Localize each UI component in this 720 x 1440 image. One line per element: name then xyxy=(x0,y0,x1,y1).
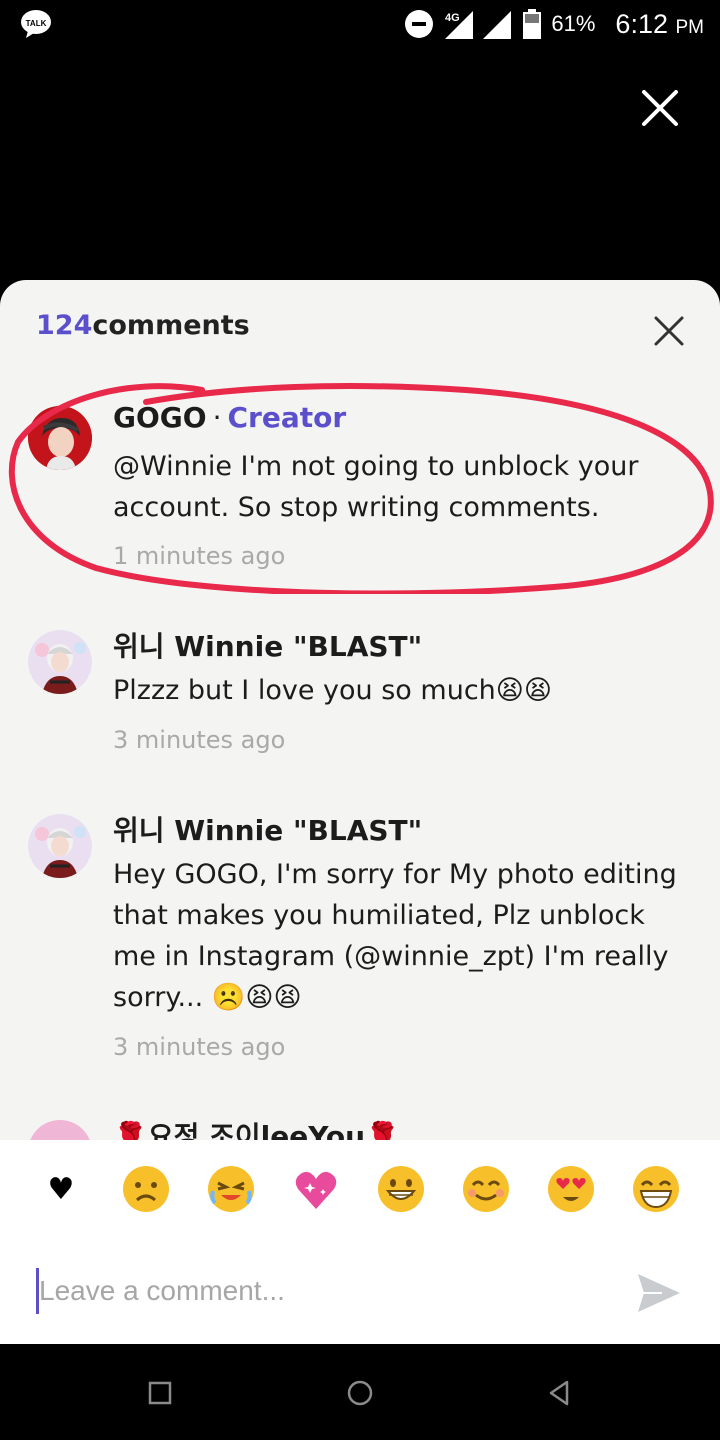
comment-composer xyxy=(0,1240,720,1344)
author-name[interactable]: 🌹요정 조이leeYou🌹 xyxy=(113,1120,400,1140)
kakaotalk-icon: TALK xyxy=(21,10,51,38)
crying-emoji-icon xyxy=(208,1166,254,1212)
avatar[interactable] xyxy=(28,630,92,694)
status-indicators: 4G 61% 6:12 PM xyxy=(405,6,704,42)
comment-timestamp: 3 minutes ago xyxy=(113,726,286,754)
comments-sheet: 124comments GOGO · Creator @Winnie I'm not… xyxy=(0,280,720,1140)
comment-timestamp: 3 minutes ago xyxy=(113,1033,286,1061)
sparkle-heart-emoji-button[interactable] xyxy=(291,1164,341,1214)
comments-title: comments xyxy=(92,310,250,341)
comment-count: 124 xyxy=(36,310,93,341)
author-name[interactable]: 위니 Winnie "BLAST" xyxy=(113,630,422,663)
comment-input[interactable] xyxy=(36,1268,596,1314)
avatar[interactable] xyxy=(28,1120,92,1140)
status-bar: TALK 4G 61% 6:12 PM xyxy=(0,0,720,48)
heart-button[interactable]: ♥ xyxy=(36,1164,86,1214)
send-icon[interactable] xyxy=(636,1270,682,1316)
cell-signal-icon xyxy=(483,11,512,39)
comment-author: 위니 Winnie "BLAST" xyxy=(113,809,422,849)
recent-apps-icon[interactable] xyxy=(145,1378,175,1408)
android-nav-bar xyxy=(0,1344,720,1440)
comment-author: GOGO · Creator xyxy=(113,401,347,434)
svg-text:4G: 4G xyxy=(445,12,460,24)
back-icon[interactable] xyxy=(545,1378,575,1408)
frown-emoji-button[interactable] xyxy=(121,1164,171,1214)
comment-author: 🌹요정 조이leeYou🌹 xyxy=(113,1115,400,1140)
heart-icon: ♥ xyxy=(47,1171,75,1207)
comment-text: Hey GOGO, I'm sorry for My photo editing… xyxy=(113,859,677,1013)
heart-eyes-emoji-icon xyxy=(548,1166,594,1212)
avatar[interactable] xyxy=(28,406,92,470)
crying-emoji-button[interactable] xyxy=(206,1164,256,1214)
grin-emoji-button[interactable] xyxy=(376,1164,426,1214)
smile-emoji-icon xyxy=(463,1166,509,1212)
clock: 6:12 PM xyxy=(615,8,704,39)
laughing-emoji-button[interactable] xyxy=(631,1164,681,1214)
close-icon[interactable] xyxy=(652,314,686,348)
comment-text: Plzzz but I love you so much😫😫 xyxy=(113,675,553,706)
close-overlay-icon[interactable] xyxy=(638,86,682,130)
author-name[interactable]: 위니 Winnie "BLAST" xyxy=(113,814,422,847)
smile-emoji-button[interactable] xyxy=(461,1164,511,1214)
grin-emoji-icon xyxy=(378,1166,424,1212)
frown-emoji-icon xyxy=(123,1166,169,1212)
home-icon[interactable] xyxy=(345,1378,375,1408)
creator-badge: Creator xyxy=(227,401,347,434)
author-name[interactable]: GOGO xyxy=(113,401,207,434)
battery-icon xyxy=(523,9,542,39)
do-not-disturb-icon xyxy=(405,10,434,38)
signal-4g-icon: 4G xyxy=(445,11,474,39)
laughing-emoji-icon xyxy=(633,1166,679,1212)
comment-text: @Winnie I'm not going to unblock your ac… xyxy=(113,451,639,523)
comment-author: 위니 Winnie "BLAST" xyxy=(113,625,422,665)
svg-text:TALK: TALK xyxy=(26,19,47,28)
comments-header: 124comments xyxy=(36,310,250,341)
battery-percent: 61% xyxy=(551,11,596,36)
avatar[interactable] xyxy=(28,814,92,878)
comment-timestamp: 1 minutes ago xyxy=(113,542,286,570)
emoji-reaction-bar xyxy=(0,1140,720,1240)
heart-eyes-emoji-button[interactable] xyxy=(546,1164,596,1214)
sparkle-heart-icon xyxy=(295,1171,337,1209)
